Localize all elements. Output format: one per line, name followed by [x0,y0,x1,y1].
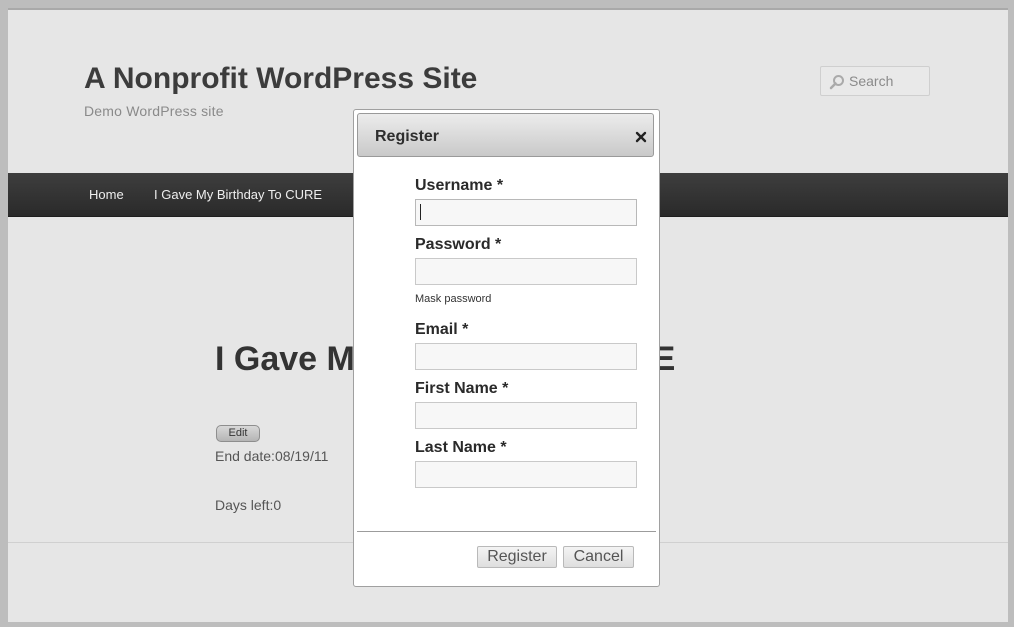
nav-item-home[interactable]: Home [89,187,124,202]
first-name-input[interactable] [415,402,637,429]
dialog-header[interactable]: Register [357,113,654,157]
last-name-label: Last Name * [415,439,507,456]
username-label: Username * [415,177,504,194]
end-date: End date:08/19/11 [215,448,329,464]
dialog-divider [357,531,656,532]
email-input[interactable] [415,343,637,370]
site-title[interactable]: A Nonprofit WordPress Site [84,62,477,96]
password-input[interactable] [415,258,637,285]
password-label: Password * [415,236,502,253]
close-icon[interactable] [635,131,647,143]
search-input[interactable] [849,72,927,90]
text-caret [420,204,421,220]
nav-item-birthday[interactable]: I Gave My Birthday To CURE [154,187,322,202]
register-dialog: Register Username * Password * Mask pass… [353,109,660,587]
search-box[interactable] [820,66,930,96]
search-icon [829,75,844,90]
cancel-button[interactable]: Cancel [563,546,634,568]
register-button[interactable]: Register [477,546,557,568]
days-left: Days left:0 [215,497,282,513]
dialog-title: Register [375,128,440,145]
first-name-label: First Name * [415,380,509,397]
last-name-input[interactable] [415,461,637,488]
site-description: Demo WordPress site [84,103,224,119]
edit-button[interactable]: Edit [216,425,260,442]
email-label: Email * [415,321,469,338]
mask-password-label[interactable]: Mask password [415,293,491,305]
username-input[interactable] [415,199,637,226]
